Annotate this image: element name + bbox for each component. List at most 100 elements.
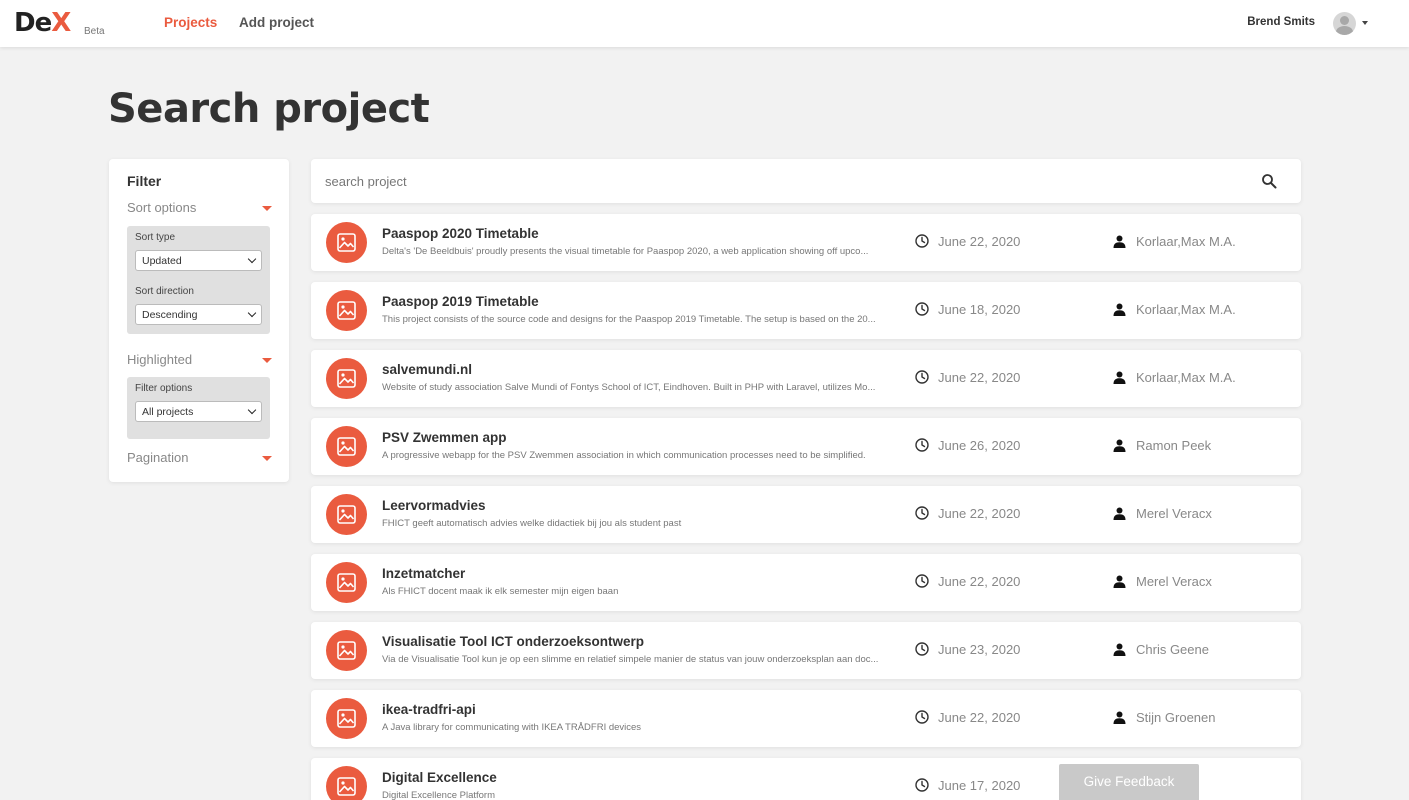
project-card[interactable]: Paaspop 2020 Timetable Delta's 'De Beeld…	[311, 214, 1301, 271]
pagination-toggle[interactable]: Pagination	[127, 450, 272, 468]
sort-options-label: Sort options	[127, 200, 197, 215]
project-date: June 23, 2020	[938, 642, 1021, 657]
project-author: Ramon Peek	[1136, 438, 1212, 453]
image-placeholder-icon	[337, 573, 356, 592]
project-date: June 22, 2020	[938, 710, 1021, 725]
dex-logo[interactable]: DeX	[14, 8, 71, 38]
project-date: June 22, 2020	[938, 370, 1021, 385]
project-title[interactable]: Paaspop 2020 Timetable	[382, 226, 539, 241]
clock-icon	[915, 778, 929, 792]
project-title[interactable]: salvemundi.nl	[382, 362, 472, 377]
beta-badge: Beta	[84, 26, 105, 37]
pagination-label: Pagination	[127, 450, 189, 465]
user-icon	[1113, 643, 1126, 656]
project-title[interactable]: ikea-tradfri-api	[382, 702, 476, 717]
filter-options-value: All projects	[142, 406, 194, 418]
project-thumbnail	[326, 358, 367, 399]
project-description: Via de Visualisatie Tool kun je op een s…	[382, 654, 879, 665]
user-icon	[1113, 711, 1126, 724]
sort-type-label: Sort type	[135, 232, 176, 243]
project-card[interactable]: PSV Zwemmen app A progressive webapp for…	[311, 418, 1301, 475]
project-author: Korlaar,Max M.A.	[1136, 370, 1236, 385]
project-author: Korlaar,Max M.A.	[1136, 234, 1236, 249]
search-bar	[311, 159, 1301, 203]
clock-icon	[915, 506, 929, 520]
project-title[interactable]: Digital Excellence	[382, 770, 497, 785]
image-placeholder-icon	[337, 777, 356, 796]
project-card[interactable]: Leervormadvies FHICT geeft automatisch a…	[311, 486, 1301, 543]
sort-direction-value: Descending	[142, 309, 198, 321]
sort-options-toggle[interactable]: Sort options	[127, 200, 272, 218]
logo-accent-text: X	[51, 8, 71, 38]
image-placeholder-icon	[337, 641, 356, 660]
filter-title: Filter	[127, 173, 162, 189]
project-date: June 22, 2020	[938, 506, 1021, 521]
clock-icon	[915, 302, 929, 316]
project-description: FHICT geeft automatisch advies welke did…	[382, 518, 682, 529]
user-icon	[1113, 303, 1126, 316]
user-icon	[1113, 235, 1126, 248]
clock-icon	[915, 710, 929, 724]
filter-panel: Filter Sort options Sort type Updated So…	[109, 159, 289, 482]
clock-icon	[915, 438, 929, 452]
project-card[interactable]: ikea-tradfri-api A Java library for comm…	[311, 690, 1301, 747]
project-thumbnail	[326, 290, 367, 331]
project-thumbnail	[326, 766, 367, 800]
page-title: Search project	[108, 86, 430, 132]
chevron-down-icon	[247, 405, 257, 415]
filter-options-select[interactable]: All projects	[135, 401, 262, 422]
sort-direction-select[interactable]: Descending	[135, 304, 262, 325]
avatar[interactable]	[1333, 12, 1356, 35]
project-title[interactable]: Inzetmatcher	[382, 566, 465, 581]
image-placeholder-icon	[337, 233, 356, 252]
give-feedback-button[interactable]: Give Feedback	[1059, 764, 1199, 800]
project-title[interactable]: PSV Zwemmen app	[382, 430, 507, 445]
top-navbar: DeX Beta Projects Add project Brend Smit…	[0, 0, 1409, 47]
highlighted-box: Filter options All projects	[127, 377, 270, 439]
project-card[interactable]: salvemundi.nl Website of study associati…	[311, 350, 1301, 407]
project-title[interactable]: Paaspop 2019 Timetable	[382, 294, 539, 309]
project-description: Als FHICT docent maak ik elk semester mi…	[382, 586, 619, 597]
clock-icon	[915, 642, 929, 656]
project-description: Website of study association Salve Mundi…	[382, 382, 876, 393]
project-card[interactable]: Paaspop 2019 Timetable This project cons…	[311, 282, 1301, 339]
project-card[interactable]: Inzetmatcher Als FHICT docent maak ik el…	[311, 554, 1301, 611]
project-thumbnail	[326, 426, 367, 467]
project-description: A progressive webapp for the PSV Zwemmen…	[382, 450, 866, 461]
clock-icon	[915, 370, 929, 384]
project-author: Merel Veracx	[1136, 506, 1212, 521]
chevron-down-icon	[247, 308, 257, 318]
nav-projects-link[interactable]: Projects	[164, 15, 217, 30]
user-name[interactable]: Brend Smits	[1247, 16, 1315, 28]
image-placeholder-icon	[337, 369, 356, 388]
project-thumbnail	[326, 222, 367, 263]
sort-options-box: Sort type Updated Sort direction Descend…	[127, 226, 270, 334]
search-icon[interactable]	[1261, 173, 1277, 189]
user-icon	[1113, 575, 1126, 588]
project-thumbnail	[326, 698, 367, 739]
project-title[interactable]: Visualisatie Tool ICT onderzoeksontwerp	[382, 634, 644, 649]
project-author: Merel Veracx	[1136, 574, 1212, 589]
user-icon	[1113, 439, 1126, 452]
sort-direction-label: Sort direction	[135, 286, 194, 297]
project-title[interactable]: Leervormadvies	[382, 498, 486, 513]
caret-down-icon	[262, 206, 272, 211]
highlighted-toggle[interactable]: Highlighted	[127, 352, 272, 370]
logo-text: De	[14, 8, 52, 38]
project-author: Korlaar,Max M.A.	[1136, 302, 1236, 317]
chevron-down-icon	[247, 254, 257, 264]
project-card[interactable]: Visualisatie Tool ICT onderzoeksontwerp …	[311, 622, 1301, 679]
user-menu-chevron-down-icon[interactable]	[1362, 21, 1368, 25]
clock-icon	[915, 234, 929, 248]
sort-type-select[interactable]: Updated	[135, 250, 262, 271]
image-placeholder-icon	[337, 301, 356, 320]
project-date: June 26, 2020	[938, 438, 1021, 453]
filter-options-label: Filter options	[135, 383, 193, 394]
search-input[interactable]	[325, 171, 1225, 191]
project-description: A Java library for communicating with IK…	[382, 722, 642, 733]
image-placeholder-icon	[337, 505, 356, 524]
image-placeholder-icon	[337, 437, 356, 456]
nav-add-project-link[interactable]: Add project	[239, 15, 314, 30]
clock-icon	[915, 574, 929, 588]
project-date: June 17, 2020	[938, 778, 1021, 793]
